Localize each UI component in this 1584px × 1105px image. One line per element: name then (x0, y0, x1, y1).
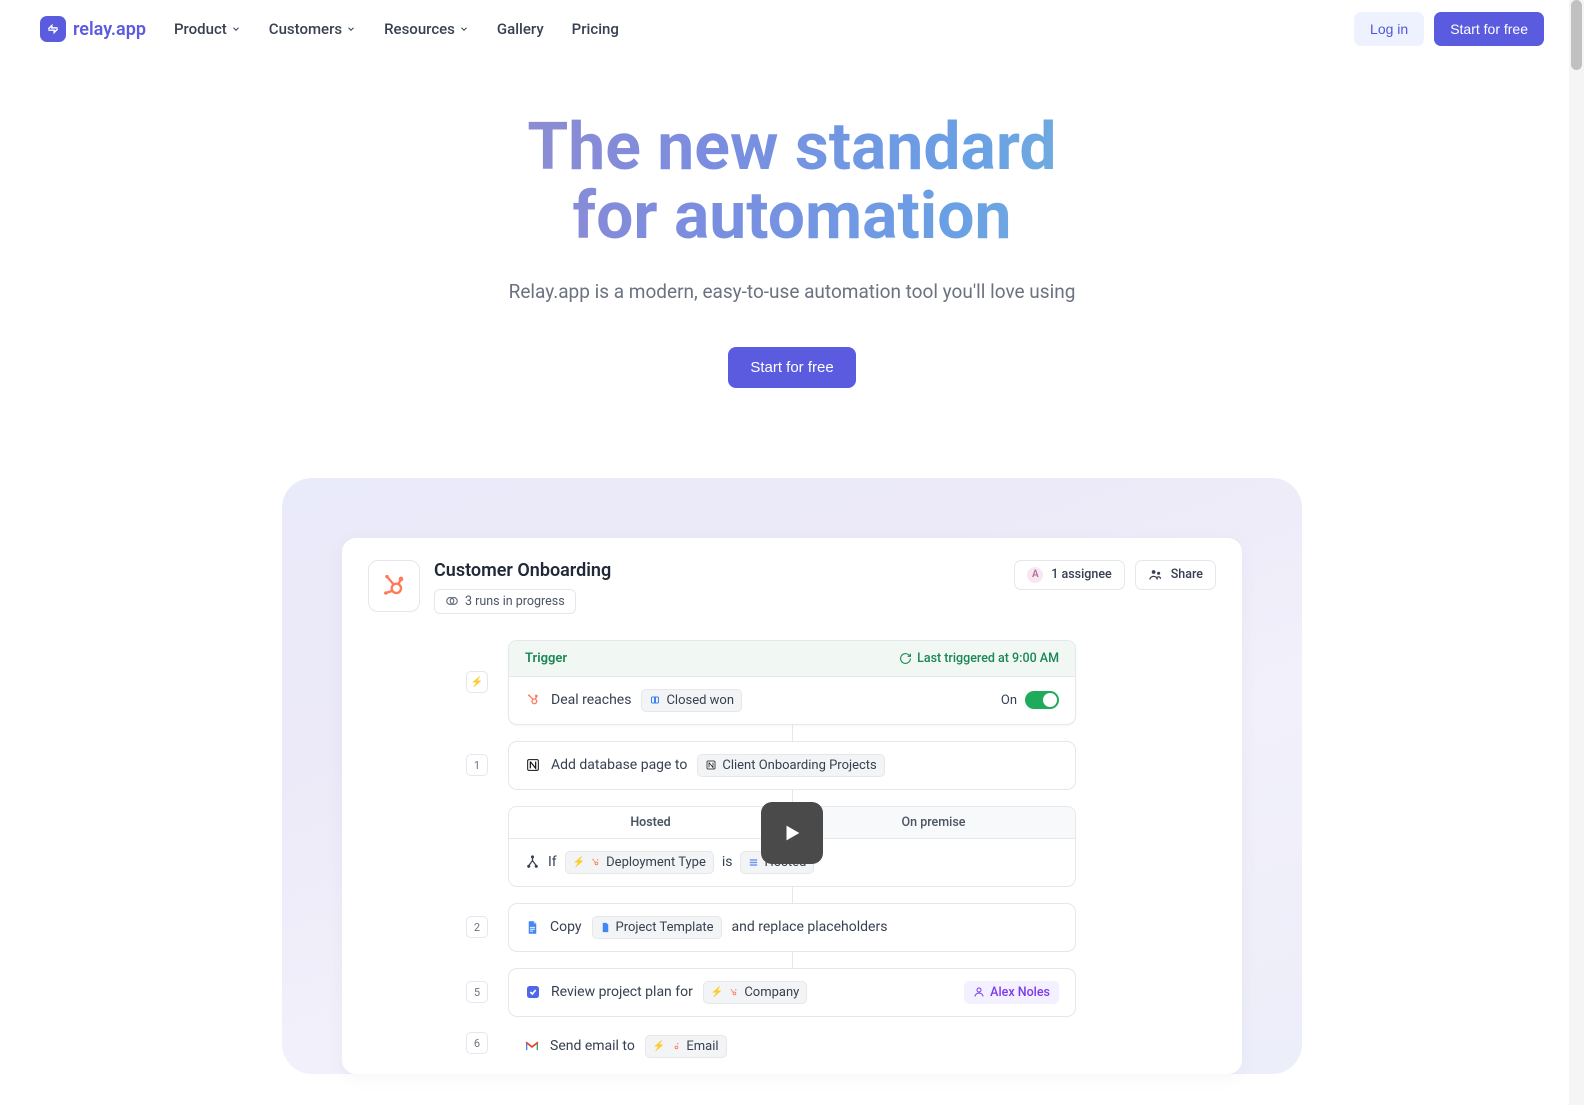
workflow-title: Customer Onboarding (434, 560, 611, 581)
workflow-app-icon (368, 560, 420, 612)
person-icon (973, 986, 985, 998)
google-docs-icon (600, 922, 611, 933)
hero-title: The new standard for automation (382, 113, 1202, 252)
step-2: 2 Copy Project Template and replace plac… (508, 903, 1076, 952)
runs-badge[interactable]: 3 runs in progress (434, 589, 576, 614)
hubspot-icon (728, 987, 739, 998)
assignee-pill[interactable]: A 1 assignee (1014, 560, 1124, 590)
hubspot-icon (670, 1041, 681, 1052)
tab-hosted[interactable]: Hosted (509, 807, 792, 838)
hubspot-icon (590, 857, 601, 868)
play-icon (781, 822, 803, 844)
field-chip: ⚡ Deployment Type (565, 851, 714, 874)
notion-icon (525, 757, 541, 773)
step-number: 6 (466, 1032, 488, 1054)
check-icon (525, 984, 541, 1000)
company-chip: ⚡ Company (703, 981, 807, 1004)
login-button[interactable]: Log in (1354, 12, 1424, 46)
step-card[interactable]: Review project plan for ⚡ Company Alex N… (508, 968, 1076, 1017)
list-icon (748, 857, 759, 868)
tab-onpremise[interactable]: On premise (792, 807, 1075, 838)
step-card[interactable]: Send email to ⚡ Email (508, 1023, 1076, 1064)
nav-product[interactable]: Product (174, 20, 241, 38)
logo[interactable]: relay.app (40, 16, 146, 42)
step-1: 1 Add database page to Client Onboarding… (508, 741, 1076, 790)
hero-cta-button[interactable]: Start for free (728, 347, 855, 388)
bolt-icon: ⚡ (653, 1041, 665, 1052)
chevron-down-icon (346, 24, 356, 34)
play-button[interactable] (761, 802, 823, 864)
scrollbar-thumb[interactable] (1571, 0, 1582, 70)
share-button[interactable]: Share (1135, 560, 1216, 590)
trigger-toggle[interactable] (1025, 691, 1059, 709)
step-assignee[interactable]: Alex Noles (964, 981, 1059, 1004)
step-number: 2 (466, 916, 488, 938)
step-number: 5 (466, 981, 488, 1003)
toggle-label: On (1001, 693, 1017, 708)
bolt-icon: ⚡ (573, 857, 585, 868)
step-card[interactable]: Copy Project Template and replace placeh… (508, 903, 1076, 952)
bolt-icon: ⚡ (711, 987, 723, 998)
trigger-step: ⚡ Trigger Last triggered at 9:00 AM Deal… (508, 640, 1076, 725)
scrollbar[interactable] (1569, 0, 1584, 1105)
assignee-avatar: A (1027, 567, 1043, 583)
start-free-button[interactable]: Start for free (1434, 12, 1544, 46)
runs-icon (445, 594, 459, 608)
workflow-header: Customer Onboarding 3 runs in progress A… (368, 560, 1216, 614)
trigger-label: Trigger (525, 651, 567, 666)
nav-resources[interactable]: Resources (384, 20, 469, 38)
nav-gallery[interactable]: Gallery (497, 20, 544, 38)
email-chip: ⚡ Email (645, 1035, 727, 1058)
logo-icon (40, 16, 66, 42)
step-card[interactable]: Add database page to Client Onboarding P… (508, 741, 1076, 790)
hero-subtitle: Relay.app is a modern, easy-to-use autom… (20, 280, 1564, 303)
chevron-down-icon (459, 24, 469, 34)
nav-customers[interactable]: Customers (269, 20, 356, 38)
hubspot-icon (525, 692, 541, 708)
google-docs-icon (525, 920, 540, 935)
hubspot-icon (380, 572, 408, 600)
notion-icon (705, 759, 717, 771)
db-chip: Client Onboarding Projects (697, 754, 884, 777)
gmail-icon (524, 1038, 540, 1054)
branch-icon (525, 855, 540, 870)
status-icon (649, 694, 661, 706)
step-5: 5 Review project plan for ⚡ Company Alex… (508, 968, 1076, 1017)
nav-right: Log in Start for free (1354, 12, 1544, 46)
logo-text: relay.app (73, 19, 146, 40)
refresh-icon (899, 652, 912, 665)
step-6: 6 Send email to ⚡ Email (508, 1023, 1076, 1064)
step-marker-bolt: ⚡ (466, 671, 488, 693)
step-number: 1 (466, 754, 488, 776)
share-icon (1148, 567, 1163, 582)
closed-won-chip: Closed won (641, 689, 742, 712)
nav-left: relay.app Product Customers Resources Ga… (40, 16, 619, 42)
trigger-card[interactable]: Trigger Last triggered at 9:00 AM Deal r… (508, 640, 1076, 725)
chevron-down-icon (231, 24, 241, 34)
template-chip: Project Template (592, 916, 722, 939)
hero: The new standard for automation Relay.ap… (0, 58, 1584, 428)
nav-links: Product Customers Resources Gallery Pric… (174, 20, 619, 38)
nav-pricing[interactable]: Pricing (572, 20, 619, 38)
last-triggered: Last triggered at 9:00 AM (899, 651, 1059, 666)
video-preview: Customer Onboarding 3 runs in progress A… (282, 478, 1302, 1074)
navbar: relay.app Product Customers Resources Ga… (0, 0, 1584, 58)
